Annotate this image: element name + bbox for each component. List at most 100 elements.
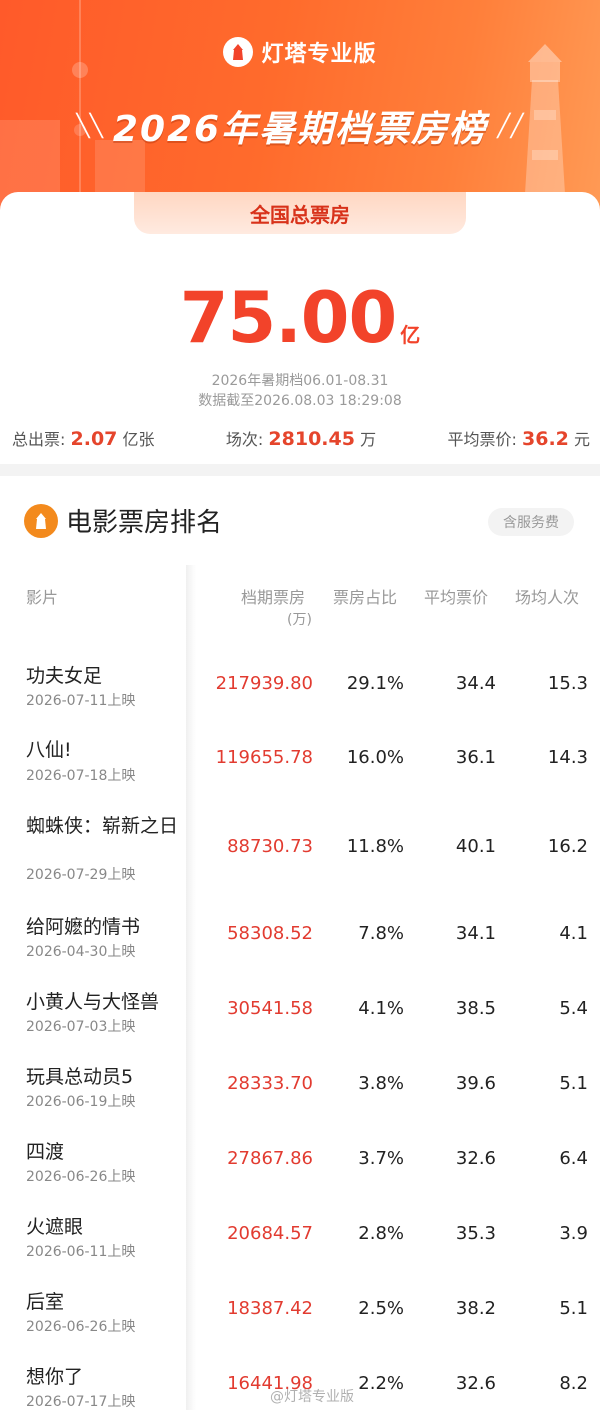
summary-tab-label: 全国总票房 [250, 202, 350, 227]
release-date: 2026-06-19上映 [26, 1094, 136, 1110]
avg-attendance-value: 16.2 [547, 836, 588, 857]
avg-attendance-value: 14.3 [547, 747, 588, 768]
header-banner: 灯塔专业版 ╲╲ 2026年暑期档票房榜 ╱╱ [0, 0, 600, 215]
column-header-gross-unit: (万) [287, 612, 312, 628]
gross-value: 18387.42 [227, 1298, 313, 1319]
avg-price-value: 40.1 [455, 836, 496, 857]
brand: 灯塔专业版 [0, 36, 600, 68]
film-title: 火遮眼 [26, 1216, 84, 1238]
stat-shows-label: 场次: [225, 430, 264, 449]
stat-shows-unit: 万 [360, 430, 377, 449]
period-text: 2026年暑期档06.01-08.31 [211, 373, 389, 389]
film-title: 小黄人与大怪兽 [26, 991, 160, 1013]
film-title: 功夫女足 [26, 665, 103, 687]
total-box-office-unit: 亿 [400, 323, 421, 347]
column-header-gross[interactable]: 档期票房 [241, 584, 305, 608]
share-value: 3.8% [358, 1073, 404, 1094]
avg-price-value: 38.5 [455, 998, 496, 1019]
gross-value: 20684.57 [227, 1223, 313, 1244]
release-date: 2026-06-11上映 [26, 1244, 136, 1260]
avg-price-value: 36.1 [455, 747, 496, 768]
release-date: 2026-07-17上映 [26, 1394, 136, 1410]
lighthouse-logo-icon [223, 37, 254, 67]
avg-attendance-value: 5.1 [559, 1073, 588, 1094]
gross-value: 217939.80 [215, 673, 313, 694]
avg-price-value: 38.2 [455, 1298, 496, 1319]
share-value: 4.1% [358, 998, 404, 1019]
release-date: 2026-06-26上映 [26, 1319, 136, 1335]
data-timestamp: 数据截至2026.08.03 18:29:08 [198, 393, 402, 409]
frozen-column-shadow [186, 565, 196, 1410]
avg-attendance-value: 3.9 [559, 1223, 588, 1244]
avg-attendance-value: 5.1 [559, 1298, 588, 1319]
stat-avg-price: 平均票价: 36.2 元 [448, 426, 591, 450]
share-value: 7.8% [358, 923, 404, 944]
stat-tickets-value: 2.07 [70, 428, 118, 450]
summary-tab[interactable]: 全国总票房 [134, 192, 466, 234]
release-date: 2026-06-26上映 [26, 1169, 136, 1185]
right-decoration-icon: ╱╱ [497, 113, 524, 139]
film-title: 蜘蛛侠：崭新之日 [26, 815, 179, 837]
brand-name: 灯塔专业版 [261, 42, 377, 67]
page-title: 2026年暑期档票房榜 [112, 109, 488, 150]
stat-tickets: 总出票: 2.07 亿张 [12, 426, 155, 450]
page-title-row: ╲╲ 2026年暑期档票房榜 ╱╱ [0, 100, 600, 152]
summary-card: 全国总票房 75.00 亿 2026年暑期档06.01-08.31 数据截至20… [0, 192, 600, 464]
avg-price-value: 39.6 [455, 1073, 496, 1094]
ranking-header: 电影票房排名 [24, 502, 222, 539]
column-header-film[interactable]: 影片 [26, 584, 58, 608]
watermark: @灯塔专业版 [270, 1389, 354, 1405]
gross-value: 119655.78 [215, 747, 313, 768]
gross-value: 28333.70 [227, 1073, 313, 1094]
share-value: 29.1% [346, 673, 404, 694]
stat-avg-price-value: 36.2 [522, 428, 569, 450]
stat-tickets-label: 总出票: [12, 430, 66, 449]
avg-price-value: 34.1 [455, 923, 496, 944]
release-date: 2026-04-30上映 [26, 944, 136, 960]
share-value: 11.8% [346, 836, 404, 857]
column-header-avg-attendance[interactable]: 场均人次 [515, 584, 579, 608]
avg-attendance-value: 6.4 [559, 1148, 588, 1169]
ranking-title: 电影票房排名 [66, 508, 223, 538]
avg-attendance-value: 4.1 [559, 923, 588, 944]
film-title: 给阿嬷的情书 [26, 916, 141, 938]
release-date: 2026-07-29上映 [26, 867, 136, 883]
column-header-share[interactable]: 票房占比 [333, 584, 397, 608]
avg-attendance-value: 8.2 [559, 1373, 588, 1394]
avg-attendance-value: 5.4 [559, 998, 588, 1019]
share-value: 16.0% [346, 747, 404, 768]
total-box-office: 75.00 亿 [0, 282, 600, 354]
stat-avg-price-label: 平均票价: [447, 430, 517, 449]
share-value: 2.8% [358, 1223, 404, 1244]
avg-price-value: 32.6 [455, 1373, 496, 1394]
share-value: 2.5% [358, 1298, 404, 1319]
total-box-office-value: 75.00 [179, 277, 397, 359]
film-title: 八仙! [26, 739, 72, 761]
stat-avg-price-unit: 元 [573, 430, 590, 449]
film-title: 玩具总动员5 [26, 1066, 134, 1088]
avg-price-value: 35.3 [455, 1223, 496, 1244]
avg-price-value: 32.6 [455, 1148, 496, 1169]
gross-value: 30541.58 [227, 998, 313, 1019]
film-title: 想你了 [26, 1366, 84, 1388]
stat-shows-value: 2810.45 [268, 428, 355, 450]
gross-value: 88730.73 [227, 836, 313, 857]
gross-value: 27867.86 [227, 1148, 313, 1169]
avg-price-value: 34.4 [455, 673, 496, 694]
summary-stats: 总出票: 2.07 亿张 场次: 2810.45 万 平均票价: 36.2 元 [12, 426, 590, 450]
stat-tickets-unit: 亿张 [122, 430, 155, 449]
column-header-avg-price[interactable]: 平均票价 [424, 584, 488, 608]
film-title: 四渡 [26, 1141, 65, 1163]
section-divider [0, 464, 600, 476]
service-fee-toggle[interactable]: 含服务费 [488, 508, 574, 536]
avg-attendance-value: 15.3 [547, 673, 588, 694]
film-title: 后室 [26, 1291, 65, 1313]
left-decoration-icon: ╲╲ [76, 113, 103, 139]
share-value: 3.7% [358, 1148, 404, 1169]
stat-shows: 场次: 2810.45 万 [226, 426, 376, 450]
release-date: 2026-07-03上映 [26, 1019, 136, 1035]
release-date: 2026-07-11上映 [26, 693, 136, 709]
release-date: 2026-07-18上映 [26, 768, 136, 784]
share-value: 2.2% [358, 1373, 404, 1394]
lighthouse-logo-icon [24, 503, 58, 538]
